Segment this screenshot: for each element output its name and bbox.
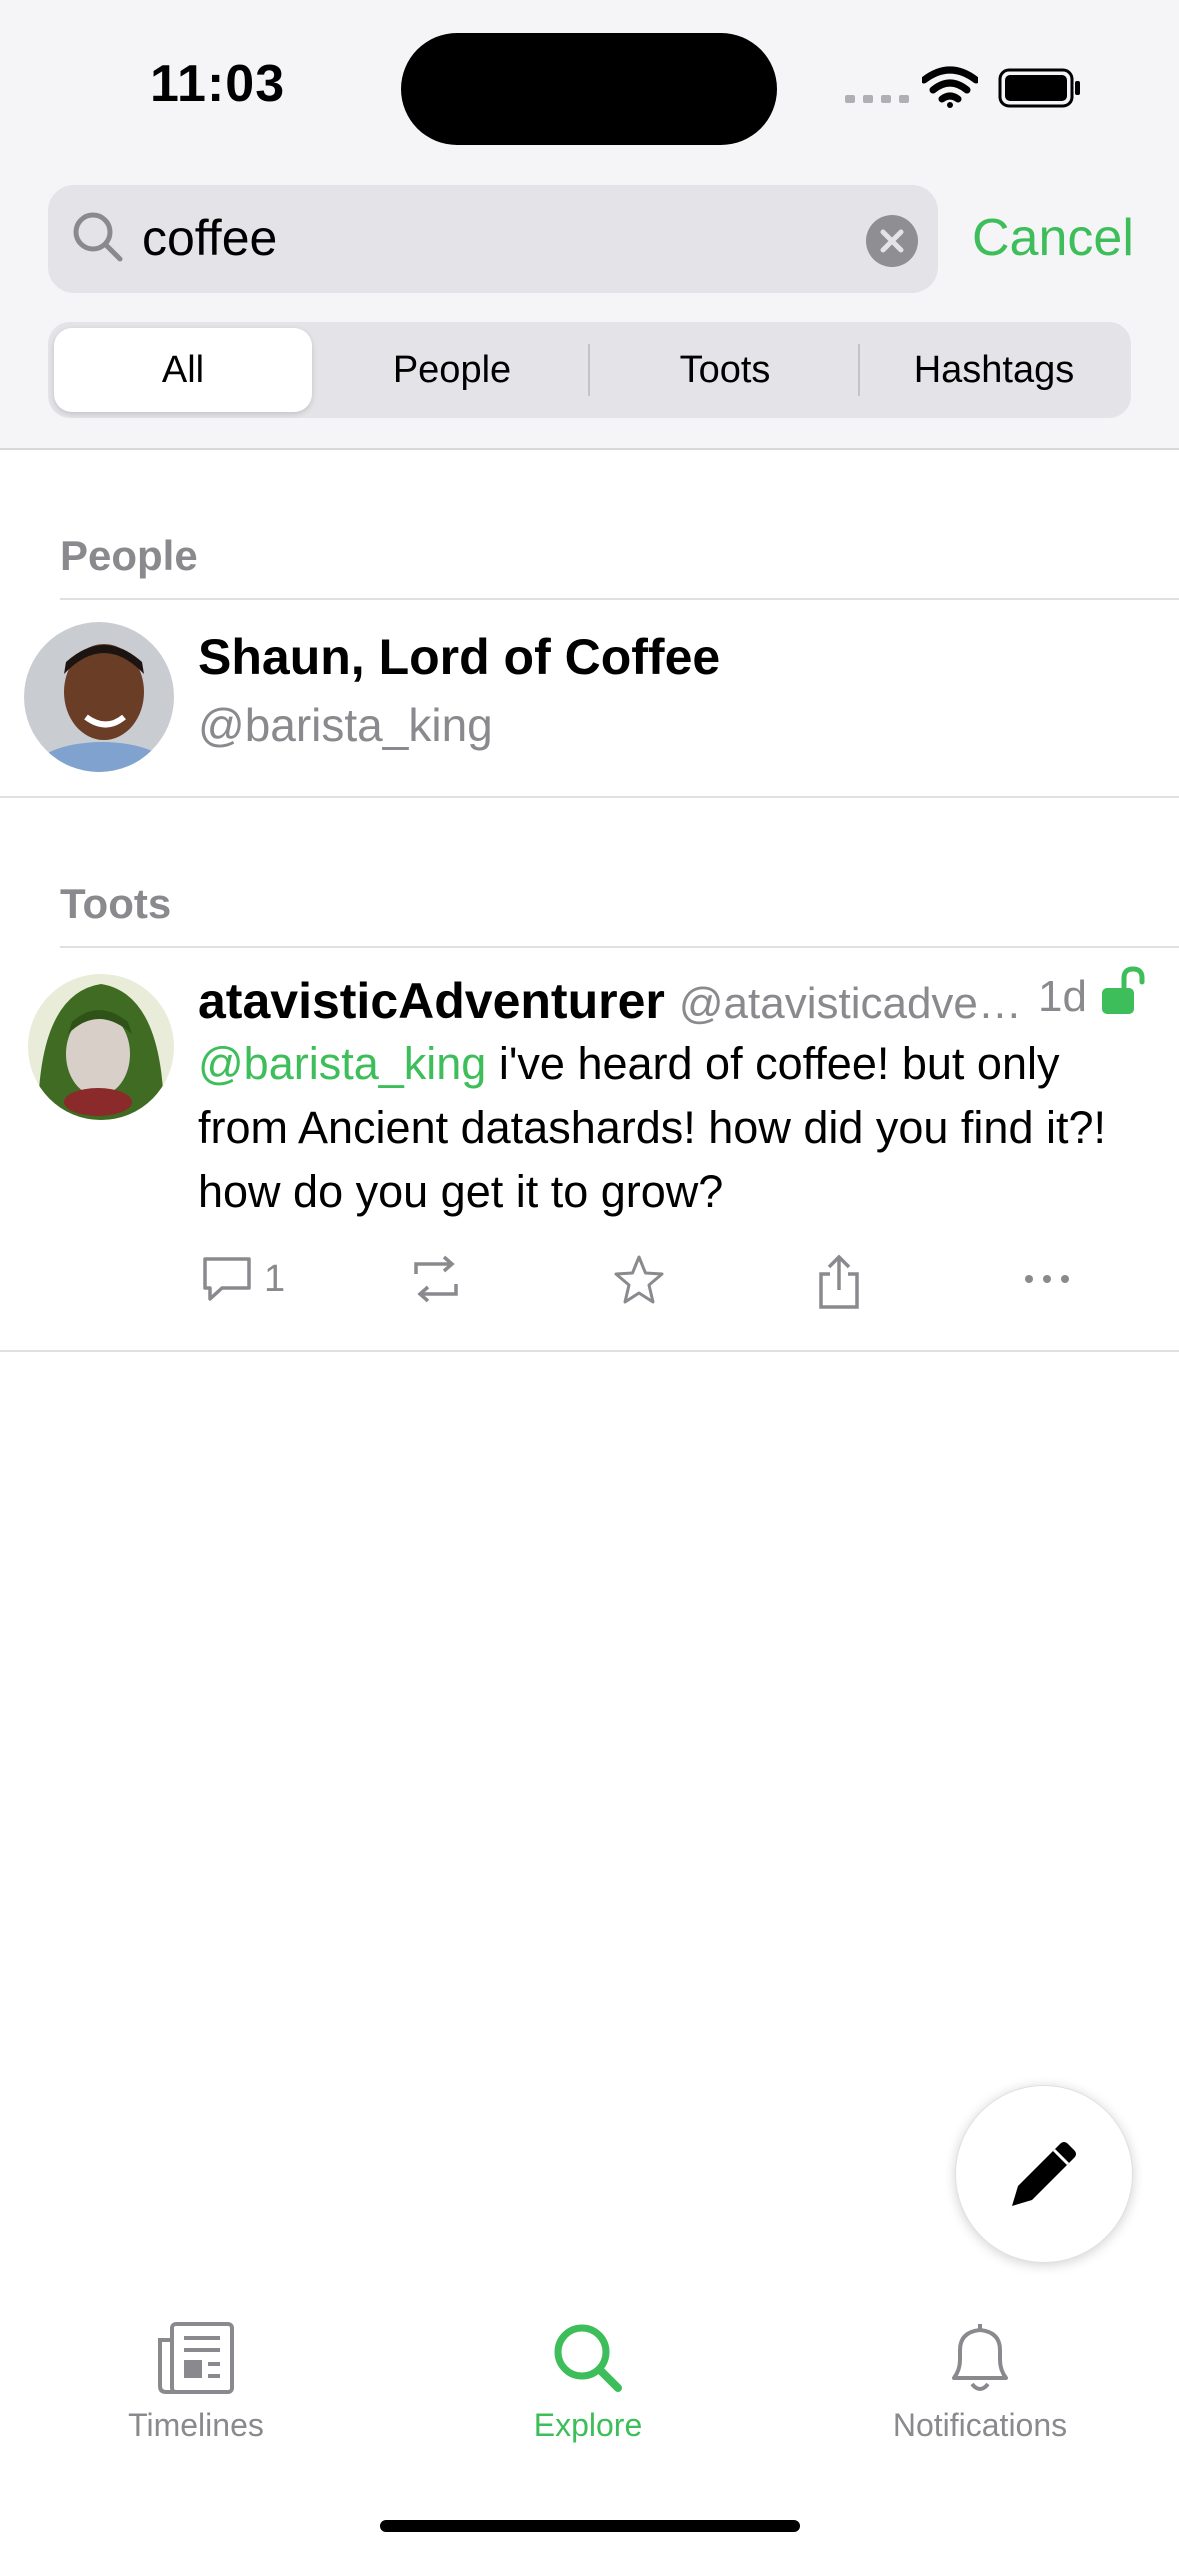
search-field[interactable]: coffee — [48, 185, 938, 293]
more-options-button[interactable] — [1022, 1254, 1072, 1304]
search-icon — [73, 212, 123, 262]
toot-handle: @atavisticadve… — [678, 979, 1022, 1028]
dynamic-island — [401, 33, 777, 145]
tab-explore[interactable]: Explore — [468, 2320, 708, 2444]
share-button[interactable] — [816, 1254, 862, 1310]
boost-button[interactable] — [408, 1254, 464, 1304]
tab-timelines[interactable]: Timelines — [76, 2320, 316, 2444]
bell-icon — [952, 2324, 1008, 2391]
toots-section-header: Toots — [60, 880, 172, 927]
person-display-name: Shaun, Lord of Coffee — [198, 629, 721, 685]
filter-tab-hashtags[interactable]: Hashtags — [862, 328, 1126, 412]
cancel-button[interactable]: Cancel — [972, 208, 1134, 268]
reply-count: 1 — [264, 1257, 286, 1300]
clear-search-button[interactable] — [866, 215, 918, 267]
search-filter-control: All People Toots Hashtags — [48, 322, 1131, 418]
filter-tab-toots[interactable]: Toots — [592, 328, 858, 412]
divider — [60, 598, 1179, 600]
reply-icon — [203, 1257, 251, 1301]
toot-author: atavisticAdventurer — [198, 973, 665, 1029]
home-indicator[interactable] — [380, 2520, 800, 2532]
segment-divider — [588, 344, 590, 396]
filter-tab-all[interactable]: All — [54, 328, 312, 412]
signal-icon — [845, 95, 909, 103]
tab-label: Explore — [533, 2407, 643, 2443]
share-icon — [819, 1254, 859, 1309]
status-time: 11:03 — [150, 55, 286, 113]
favourite-button[interactable] — [612, 1254, 666, 1306]
toot-timestamp: 1d — [1038, 972, 1087, 1021]
unlocked-icon — [1102, 966, 1145, 1014]
tab-label: Notifications — [892, 2407, 1068, 2443]
divider — [60, 946, 1179, 948]
boost-icon — [414, 1255, 458, 1303]
tab-label: Timelines — [128, 2407, 264, 2443]
segment-divider — [858, 344, 860, 396]
reply-button[interactable]: 1 — [200, 1254, 285, 1304]
close-icon — [880, 229, 904, 253]
pencil-icon — [1012, 2142, 1076, 2206]
search-input-value[interactable]: coffee — [142, 209, 277, 267]
divider — [0, 796, 1179, 798]
search-icon — [554, 2324, 622, 2392]
toot-mention-link[interactable]: @barista_king — [198, 1038, 486, 1089]
filter-tab-people[interactable]: People — [320, 328, 584, 412]
newspaper-icon — [158, 2322, 234, 2394]
toot-header: atavisticAdventurer @atavisticadve… 1d — [198, 966, 1148, 1030]
divider — [0, 1350, 1179, 1352]
compose-button[interactable] — [955, 2085, 1133, 2263]
people-section-header: People — [60, 532, 198, 579]
tab-notifications[interactable]: Notifications — [860, 2320, 1100, 2444]
toot-content: @barista_king i've heard of coffee! but … — [198, 1032, 1158, 1224]
star-icon — [614, 1255, 664, 1304]
avatar[interactable] — [24, 622, 174, 772]
wifi-icon — [922, 66, 978, 108]
ellipsis-icon — [1025, 1275, 1069, 1283]
battery-icon — [998, 68, 1080, 108]
avatar[interactable] — [28, 974, 174, 1120]
person-handle: @barista_king — [198, 699, 493, 751]
